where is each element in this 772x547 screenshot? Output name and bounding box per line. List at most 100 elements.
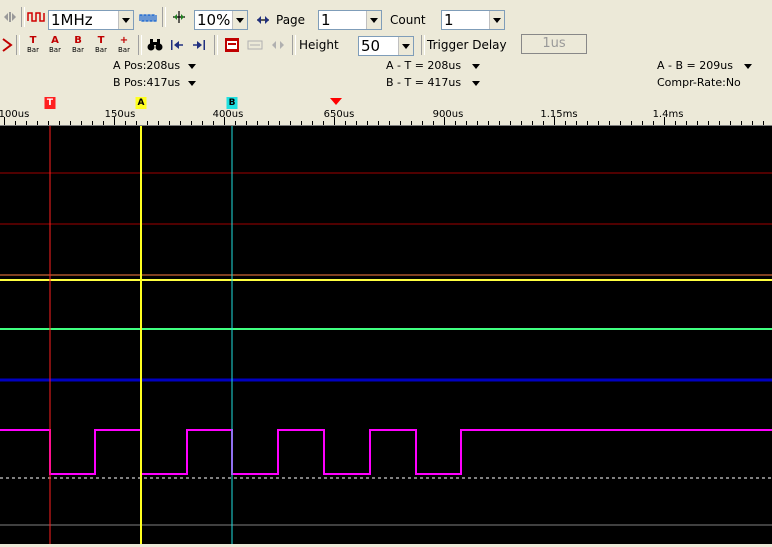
- page-select[interactable]: 1: [318, 10, 382, 30]
- ruler-minor-tick: [268, 121, 269, 125]
- toolbar-row-1: 1MHz 10% Page 1 Count 1: [0, 0, 772, 34]
- ruler-major-tick: [664, 117, 665, 125]
- a-minus-b-dropdown-icon[interactable]: [744, 64, 752, 69]
- arrows-icon[interactable]: [0, 7, 20, 27]
- b-bar-glyph: B: [74, 35, 82, 46]
- b-minus-t-text: B - T = 417us: [386, 76, 462, 89]
- a-minus-t-text: A - T = 208us: [386, 59, 462, 72]
- ruler-minor-tick: [400, 121, 401, 125]
- cursor-icon[interactable]: [0, 35, 14, 55]
- ruler-minor-tick: [433, 121, 434, 125]
- ruler-minor-tick: [48, 121, 49, 125]
- trigger-arrow-icon[interactable]: [330, 98, 342, 105]
- ruler-minor-tick: [26, 121, 27, 125]
- tick-label: 400us: [212, 109, 244, 120]
- square-wave-red-icon[interactable]: [26, 7, 46, 27]
- bus-icon[interactable]: [245, 35, 265, 55]
- separator: [16, 35, 20, 55]
- ruler-minor-tick: [169, 121, 170, 125]
- height-select[interactable]: 50: [358, 36, 414, 56]
- tick-label: 900us: [432, 109, 464, 120]
- tick-label: 1.15ms: [540, 109, 578, 120]
- separator: [421, 35, 425, 55]
- bar-label: Bar: [27, 46, 39, 54]
- t-bar-glyph: T: [97, 35, 105, 46]
- plus-bar-button[interactable]: + Bar: [113, 35, 135, 55]
- cursor-info-bar: A Pos:208us B Pos:417us A - T = 208us B …: [0, 57, 772, 97]
- ruler-minor-tick: [158, 121, 159, 125]
- record-icon[interactable]: [222, 35, 242, 55]
- a-minus-t-dropdown-icon[interactable]: [472, 64, 480, 69]
- chevron-down-icon[interactable]: [398, 37, 413, 55]
- ruler-minor-tick: [730, 121, 731, 125]
- t-bar-button-2[interactable]: T Bar: [90, 35, 112, 55]
- bar-label: Bar: [118, 46, 130, 54]
- ruler-minor-tick: [499, 121, 500, 125]
- ruler-minor-tick: [510, 121, 511, 125]
- ruler-minor-tick: [763, 121, 764, 125]
- a-bar-button[interactable]: A Bar: [44, 35, 66, 55]
- compress-icon[interactable]: [268, 35, 288, 55]
- chevron-down-icon[interactable]: [232, 11, 247, 29]
- t-bar-button[interactable]: T Bar: [22, 35, 44, 55]
- time-ruler[interactable]: 100us 150us 400us 650us 900us 1.15ms 1.4…: [0, 97, 772, 126]
- b-pos-text: B Pos:417us: [113, 76, 181, 89]
- square-wave-blue-icon[interactable]: [138, 7, 158, 27]
- t-marker[interactable]: T: [44, 97, 56, 109]
- a-marker[interactable]: A: [135, 97, 147, 109]
- trigger-delay-input[interactable]: 1us: [521, 34, 587, 54]
- ruler-minor-tick: [246, 121, 247, 125]
- count-value: 1: [444, 11, 454, 29]
- ruler-minor-tick: [411, 121, 412, 125]
- goto-start-icon[interactable]: [168, 35, 186, 55]
- waveform-area[interactable]: [0, 126, 772, 544]
- ruler-minor-tick: [741, 121, 742, 125]
- ruler-minor-tick: [301, 121, 302, 125]
- chevron-down-icon[interactable]: [118, 11, 133, 29]
- tick-label: 650us: [323, 109, 355, 120]
- ruler-minor-tick: [125, 121, 126, 125]
- ruler-minor-tick: [290, 121, 291, 125]
- tick-label: 1.4ms: [652, 109, 684, 120]
- ruler-minor-tick: [37, 121, 38, 125]
- a-pos-text: A Pos:208us: [113, 59, 181, 72]
- ruler-minor-tick: [708, 121, 709, 125]
- bar-label: Bar: [72, 46, 84, 54]
- ruler-minor-tick: [202, 121, 203, 125]
- frequency-value: 1MHz: [51, 11, 93, 29]
- zoom-value: 10%: [197, 11, 231, 29]
- ruler-minor-tick: [323, 121, 324, 125]
- binoculars-icon[interactable]: [145, 35, 165, 55]
- b-pos-dropdown-icon[interactable]: [188, 81, 196, 86]
- b-bar-button[interactable]: B Bar: [67, 35, 89, 55]
- b-minus-t-dropdown-icon[interactable]: [472, 81, 480, 86]
- ruler-minor-tick: [752, 121, 753, 125]
- count-select[interactable]: 1: [441, 10, 505, 30]
- ruler-minor-tick: [697, 121, 698, 125]
- ruler-minor-tick: [675, 121, 676, 125]
- ruler-minor-tick: [543, 121, 544, 125]
- goto-end-icon[interactable]: [190, 35, 208, 55]
- zoom-fit-icon[interactable]: [169, 7, 189, 27]
- chevron-down-icon[interactable]: [489, 11, 504, 29]
- ruler-major-tick: [4, 117, 5, 125]
- ruler-minor-tick: [576, 121, 577, 125]
- ruler-minor-tick: [213, 121, 214, 125]
- ruler-major-tick: [114, 117, 115, 125]
- ruler-minor-tick: [532, 121, 533, 125]
- page-nav-icon[interactable]: [254, 10, 272, 30]
- a-pos-dropdown-icon[interactable]: [188, 64, 196, 69]
- ruler-minor-tick: [455, 121, 456, 125]
- ruler-minor-tick: [59, 121, 60, 125]
- chevron-down-icon[interactable]: [366, 11, 381, 29]
- compr-rate-text: Compr-Rate:No: [657, 76, 741, 89]
- ruler-minor-tick: [235, 121, 236, 125]
- tick-label: 150us: [104, 109, 136, 120]
- ruler-minor-tick: [609, 121, 610, 125]
- b-marker[interactable]: B: [226, 97, 238, 109]
- zoom-select[interactable]: 10%: [194, 10, 248, 30]
- ruler-minor-tick: [345, 121, 346, 125]
- plus-bar-glyph: +: [119, 35, 129, 46]
- frequency-select[interactable]: 1MHz: [48, 10, 134, 30]
- ruler-minor-tick: [191, 121, 192, 125]
